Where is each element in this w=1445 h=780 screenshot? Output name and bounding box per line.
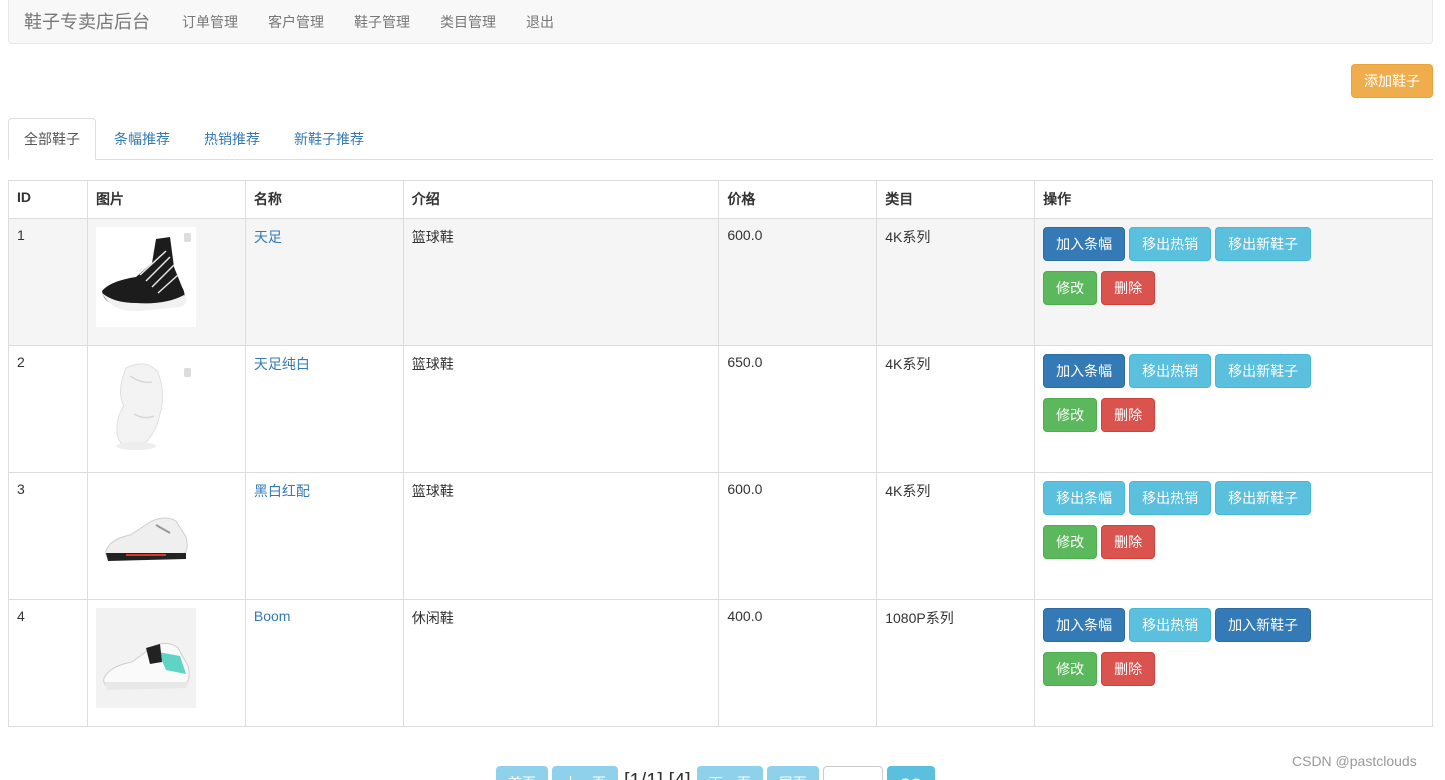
shoe-name-link[interactable]: Boom — [254, 608, 291, 624]
tab-all-shoes[interactable]: 全部鞋子 — [8, 118, 96, 160]
table-header-row: ID 图片 名称 介绍 价格 类目 操作 — [8, 180, 1433, 219]
hot-toggle-button[interactable]: 移出热销 — [1129, 354, 1212, 388]
cell-actions: 加入条幅 移出热销 加入新鞋子 修改 删除 — [1034, 599, 1433, 727]
delete-button[interactable]: 删除 — [1101, 398, 1156, 432]
cell-category: 1080P系列 — [876, 599, 1036, 727]
header-id: ID — [8, 180, 88, 219]
banner-toggle-button[interactable]: 移出条幅 — [1043, 481, 1126, 515]
cell-actions: 移出条幅 移出热销 移出新鞋子 修改 删除 — [1034, 472, 1433, 600]
cell-name: 黑白红配 — [244, 472, 404, 600]
nav-shoes[interactable]: 鞋子管理 — [339, 4, 425, 40]
cell-image — [86, 599, 246, 727]
cell-name: Boom — [244, 599, 404, 727]
cell-category: 4K系列 — [876, 218, 1036, 346]
cell-price: 400.0 — [718, 599, 878, 727]
delete-button[interactable]: 删除 — [1101, 271, 1156, 305]
header-category: 类目 — [876, 180, 1036, 219]
nav-customers[interactable]: 客户管理 — [253, 4, 339, 40]
add-shoe-button[interactable]: 添加鞋子 — [1351, 64, 1433, 98]
next-page-button[interactable]: 下一页 — [696, 766, 763, 780]
go-button[interactable]: GO — [886, 766, 935, 780]
cell-intro: 篮球鞋 — [402, 345, 720, 473]
shoe-image — [95, 227, 196, 327]
header-image: 图片 — [86, 180, 246, 219]
shoe-name-link[interactable]: 天足纯白 — [254, 356, 310, 372]
first-page-button[interactable]: 首页 — [496, 766, 548, 780]
edit-button[interactable]: 修改 — [1043, 652, 1098, 686]
shoe-name-link[interactable]: 黑白红配 — [254, 483, 310, 499]
banner-toggle-button[interactable]: 加入条幅 — [1043, 608, 1126, 642]
new-toggle-button[interactable]: 移出新鞋子 — [1215, 354, 1312, 388]
shoe-image — [95, 481, 196, 581]
last-page-button[interactable]: 尾页 — [766, 766, 819, 780]
cell-price: 600.0 — [718, 218, 878, 346]
cell-image — [86, 472, 246, 600]
shoe-table: ID 图片 名称 介绍 价格 类目 操作 1 天足 篮球鞋 600.0 4K系列… — [8, 180, 1433, 727]
header-price: 价格 — [718, 180, 878, 219]
cell-id: 3 — [8, 472, 88, 600]
cell-actions: 加入条幅 移出热销 移出新鞋子 修改 删除 — [1034, 218, 1433, 346]
watermark: CSDN @pastclouds — [1292, 753, 1417, 769]
header-actions: 操作 — [1034, 180, 1433, 219]
table-row: 4 Boom 休闲鞋 400.0 1080P系列 加入条幅 移出热销 加入新鞋子… — [8, 599, 1433, 727]
header-intro: 介绍 — [402, 180, 720, 219]
pagination: 首页 上一页 [1/1] [4] 下一页 尾页 GO — [496, 766, 935, 780]
nav-orders[interactable]: 订单管理 — [167, 4, 253, 40]
edit-button[interactable]: 修改 — [1043, 398, 1098, 432]
shoe-image — [95, 354, 196, 454]
new-toggle-button[interactable]: 移出新鞋子 — [1215, 227, 1312, 261]
page-number-input[interactable] — [822, 766, 883, 780]
cell-actions: 加入条幅 移出热销 移出新鞋子 修改 删除 — [1034, 345, 1433, 473]
edit-button[interactable]: 修改 — [1043, 525, 1098, 559]
table-row: 1 天足 篮球鞋 600.0 4K系列 加入条幅 移出热销 移出新鞋子 修改 删… — [8, 218, 1433, 346]
shoe-name-link[interactable]: 天足 — [254, 229, 282, 245]
table-row: 2 天足纯白 篮球鞋 650.0 4K系列 加入条幅 移出热销 移出新鞋子 修改… — [8, 345, 1433, 473]
cell-category: 4K系列 — [876, 345, 1036, 473]
delete-button[interactable]: 删除 — [1101, 525, 1156, 559]
banner-toggle-button[interactable]: 加入条幅 — [1043, 227, 1126, 261]
tab-hot-recommend[interactable]: 热销推荐 — [188, 118, 276, 160]
brand-title[interactable]: 鞋子专卖店后台 — [9, 4, 167, 40]
cell-price: 650.0 — [718, 345, 878, 473]
cell-intro: 篮球鞋 — [402, 218, 720, 346]
cell-image — [86, 345, 246, 473]
delete-button[interactable]: 删除 — [1101, 652, 1156, 686]
hot-toggle-button[interactable]: 移出热销 — [1129, 481, 1212, 515]
nav-categories[interactable]: 类目管理 — [425, 4, 511, 40]
prev-page-button[interactable]: 上一页 — [552, 766, 618, 780]
cell-intro: 篮球鞋 — [402, 472, 720, 600]
edit-button[interactable]: 修改 — [1043, 271, 1098, 305]
cell-id: 1 — [8, 218, 88, 346]
new-toggle-button[interactable]: 加入新鞋子 — [1215, 608, 1312, 642]
hot-toggle-button[interactable]: 移出热销 — [1129, 608, 1212, 642]
tab-banner-recommend[interactable]: 条幅推荐 — [98, 118, 186, 160]
cell-price: 600.0 — [718, 472, 878, 600]
hot-toggle-button[interactable]: 移出热销 — [1129, 227, 1212, 261]
cell-id: 4 — [8, 599, 88, 727]
page-info: [1/1] [4] — [622, 766, 693, 780]
new-toggle-button[interactable]: 移出新鞋子 — [1215, 481, 1312, 515]
nav-logout[interactable]: 退出 — [511, 4, 569, 40]
filter-tabs: 全部鞋子 条幅推荐 热销推荐 新鞋子推荐 — [8, 118, 1433, 160]
top-navbar: 鞋子专卖店后台 订单管理 客户管理 鞋子管理 类目管理 退出 — [8, 0, 1433, 44]
table-row: 3 黑白红配 篮球鞋 600.0 4K系列 移出条幅 移出热销 移出新鞋子 修改… — [8, 472, 1433, 600]
banner-toggle-button[interactable]: 加入条幅 — [1043, 354, 1126, 388]
cell-category: 4K系列 — [876, 472, 1036, 600]
cell-image — [86, 218, 246, 346]
cell-name: 天足纯白 — [244, 345, 404, 473]
header-name: 名称 — [244, 180, 404, 219]
tab-new-recommend[interactable]: 新鞋子推荐 — [278, 118, 380, 160]
cell-name: 天足 — [244, 218, 404, 346]
cell-id: 2 — [8, 345, 88, 473]
cell-intro: 休闲鞋 — [402, 599, 720, 727]
shoe-image — [95, 608, 196, 708]
